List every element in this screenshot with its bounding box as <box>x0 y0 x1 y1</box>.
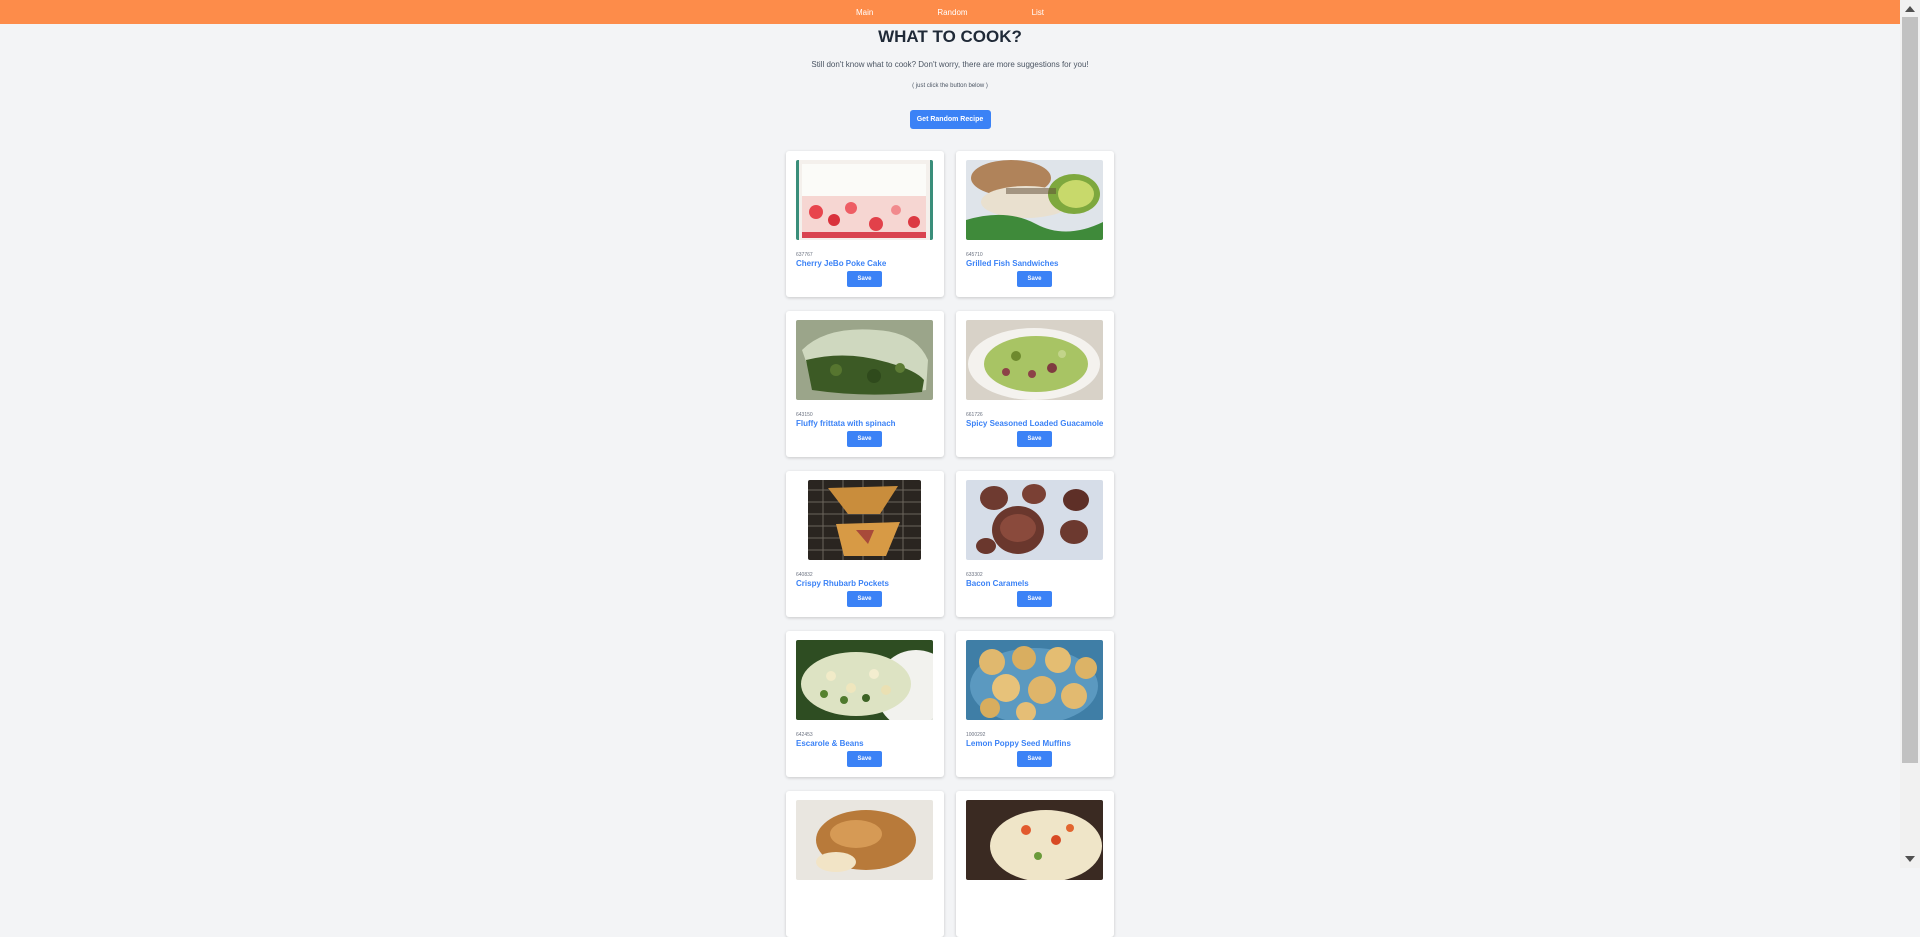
recipe-id: 661726 <box>966 412 983 418</box>
top-navbar: Main Random List <box>0 0 1900 24</box>
recipe-card: 643150 Fluffy frittata with spinach Save <box>786 311 944 457</box>
recipe-id: 642453 <box>796 732 813 738</box>
save-button[interactable]: Save <box>847 591 882 607</box>
recipe-title[interactable]: Bacon Caramels <box>966 579 1029 588</box>
roast-image <box>796 800 933 880</box>
save-button[interactable]: Save <box>1017 431 1052 447</box>
pastry-image <box>808 480 921 560</box>
page-hint: ( just click the button below ) <box>912 83 988 89</box>
save-button[interactable]: Save <box>1017 591 1052 607</box>
caramels-image <box>966 480 1103 560</box>
recipe-title[interactable]: Fluffy frittata with spinach <box>796 419 896 428</box>
recipe-card: 640832 Crispy Rhubarb Pockets Save <box>786 471 944 617</box>
recipe-title[interactable]: Grilled Fish Sandwiches <box>966 259 1058 268</box>
save-button[interactable]: Save <box>847 431 882 447</box>
scroll-up-icon[interactable] <box>1905 6 1915 12</box>
recipe-id: 640832 <box>796 572 813 578</box>
recipe-card <box>956 791 1114 937</box>
recipe-id: 645710 <box>966 252 983 258</box>
nav-link-list[interactable]: List <box>1032 8 1044 17</box>
recipe-id: 1000292 <box>966 732 986 738</box>
recipe-title[interactable]: Crispy Rhubarb Pockets <box>796 579 889 588</box>
recipe-card: 633302 Bacon Caramels Save <box>956 471 1114 617</box>
recipe-id: 643150 <box>796 412 813 418</box>
scroll-down-icon[interactable] <box>1905 856 1915 862</box>
page-subtitle: Still don't know what to cook? Don't wor… <box>811 60 1089 69</box>
scrollbar-thumb[interactable] <box>1902 17 1918 763</box>
guacamole-image <box>966 320 1103 400</box>
frittata-image <box>796 320 933 400</box>
recipe-grid: 637767 Cherry JeBo Poke Cake Save 645710… <box>786 151 1114 937</box>
recipe-card: 642453 Escarole & Beans Save <box>786 631 944 777</box>
recipe-card: 645710 Grilled Fish Sandwiches Save <box>956 151 1114 297</box>
cake-image <box>796 160 933 240</box>
sandwich-image <box>966 160 1103 240</box>
save-button[interactable]: Save <box>1017 751 1052 767</box>
main-content: WHAT TO COOK? Still don't know what to c… <box>0 24 1900 129</box>
nav-link-main[interactable]: Main <box>856 8 873 17</box>
nav-link-random[interactable]: Random <box>937 8 967 17</box>
recipe-title[interactable]: Cherry JeBo Poke Cake <box>796 259 886 268</box>
recipe-id: 637767 <box>796 252 813 258</box>
page-title: WHAT TO COOK? <box>878 27 1022 46</box>
recipe-card: 637767 Cherry JeBo Poke Cake Save <box>786 151 944 297</box>
pasta-image <box>966 800 1103 880</box>
vertical-scrollbar[interactable] <box>1900 0 1920 868</box>
recipe-card <box>786 791 944 937</box>
recipe-title[interactable]: Lemon Poppy Seed Muffins <box>966 739 1071 748</box>
recipe-id: 633302 <box>966 572 983 578</box>
get-random-recipe-button[interactable]: Get Random Recipe <box>909 110 991 129</box>
save-button[interactable]: Save <box>1017 271 1052 287</box>
recipe-card: 661726 Spicy Seasoned Loaded Guacamole S… <box>956 311 1114 457</box>
save-button[interactable]: Save <box>847 271 882 287</box>
nav-links: Main Random List <box>856 8 1044 17</box>
muffins-image <box>966 640 1103 720</box>
recipe-card: 1000292 Lemon Poppy Seed Muffins Save <box>956 631 1114 777</box>
pasta-salad-image <box>796 640 933 720</box>
recipe-title[interactable]: Spicy Seasoned Loaded Guacamole <box>966 419 1103 428</box>
save-button[interactable]: Save <box>847 751 882 767</box>
recipe-title[interactable]: Escarole & Beans <box>796 739 864 748</box>
